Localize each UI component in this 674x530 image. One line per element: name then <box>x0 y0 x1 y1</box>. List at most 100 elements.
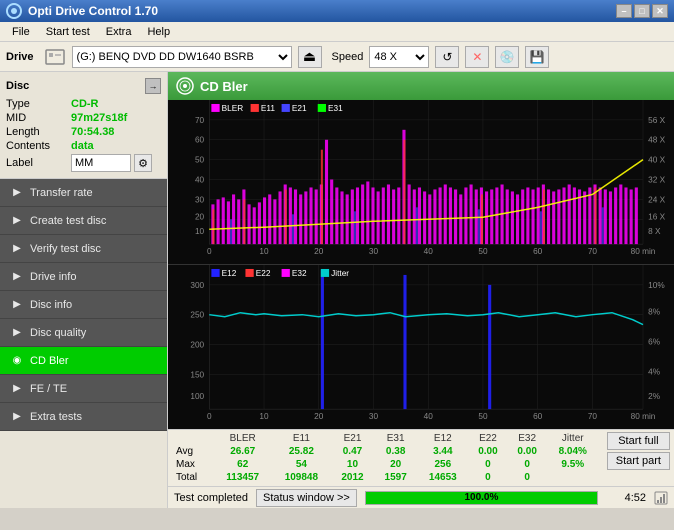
drive-select[interactable]: (G:) BENQ DVD DD DW1640 BSRB <box>72 46 292 68</box>
sidebar-item-extra-tests[interactable]: ▶ Extra tests <box>0 403 167 431</box>
sidebar-item-verify-test-disc[interactable]: ▶ Verify test disc <box>0 235 167 263</box>
total-e32: 0 <box>508 471 547 484</box>
sidebar-item-label-disc-quality: Disc quality <box>30 327 86 339</box>
svg-text:60: 60 <box>533 412 543 421</box>
menu-start-test[interactable]: Start test <box>38 24 98 40</box>
avg-e32: 0.00 <box>508 445 547 458</box>
sidebar-item-cd-bler[interactable]: ◉ CD Bler <box>0 347 167 375</box>
fe-te-icon: ▶ <box>10 382 24 396</box>
maximize-button[interactable]: □ <box>634 4 650 18</box>
max-e31: 20 <box>374 458 417 471</box>
svg-text:50: 50 <box>478 412 488 421</box>
svg-text:20: 20 <box>314 247 324 256</box>
svg-text:20: 20 <box>195 212 205 221</box>
lower-chart: 300 250 200 150 100 10% 8% 6% 4% 2% 0 10… <box>168 265 674 429</box>
start-part-button[interactable]: Start part <box>607 452 670 470</box>
max-e32: 0 <box>508 458 547 471</box>
svg-text:150: 150 <box>190 370 204 379</box>
svg-text:E12: E12 <box>222 269 237 278</box>
create-test-disc-icon: ▶ <box>10 214 24 228</box>
col-header-empty <box>172 432 214 445</box>
label-key: Label <box>6 157 71 169</box>
svg-text:40 X: 40 X <box>648 156 666 165</box>
col-header-jitter: Jitter <box>547 432 599 445</box>
avg-jitter: 8.04% <box>547 445 599 458</box>
type-val: CD-R <box>71 98 99 110</box>
svg-text:10: 10 <box>259 412 269 421</box>
svg-text:300: 300 <box>190 281 204 290</box>
refresh-button[interactable]: ↺ <box>435 46 459 68</box>
svg-text:60: 60 <box>195 136 205 145</box>
stats-row-avg: Avg 26.67 25.82 0.47 0.38 3.44 0.00 0.00… <box>172 445 599 458</box>
total-bler: 113457 <box>214 471 272 484</box>
start-full-button[interactable]: Start full <box>607 432 670 450</box>
type-key: Type <box>6 98 71 110</box>
max-jitter: 9.5% <box>547 458 599 471</box>
total-e11: 109848 <box>272 471 331 484</box>
col-header-e21: E21 <box>331 432 374 445</box>
menu-file[interactable]: File <box>4 24 38 40</box>
svg-text:E21: E21 <box>292 104 307 113</box>
max-label: Max <box>172 458 214 471</box>
svg-text:70: 70 <box>195 116 205 125</box>
svg-text:4%: 4% <box>648 367 660 376</box>
eject-button[interactable]: ⏏ <box>298 46 322 68</box>
sidebar-item-create-test-disc[interactable]: ▶ Create test disc <box>0 207 167 235</box>
minimize-button[interactable]: – <box>616 4 632 18</box>
close-button[interactable]: ✕ <box>652 4 668 18</box>
svg-text:10: 10 <box>195 227 205 236</box>
svg-text:32 X: 32 X <box>648 176 666 185</box>
main-layout: Disc → Type CD-R MID 97m27s18f Length 70… <box>0 72 674 508</box>
col-header-e22: E22 <box>468 432 507 445</box>
stats-row-max: Max 62 54 10 20 256 0 0 9.5% <box>172 458 599 471</box>
avg-e12: 3.44 <box>417 445 468 458</box>
svg-text:60: 60 <box>533 247 543 256</box>
disc-header-label: Disc <box>6 80 29 92</box>
menu-help[interactable]: Help <box>139 24 178 40</box>
contents-key: Contents <box>6 140 71 152</box>
col-header-e32: E32 <box>508 432 547 445</box>
sidebar-item-label-drive-info: Drive info <box>30 271 76 283</box>
col-header-bler: BLER <box>214 432 272 445</box>
transfer-rate-icon: ▶ <box>10 186 24 200</box>
avg-bler: 26.67 <box>214 445 272 458</box>
svg-text:10: 10 <box>259 247 269 256</box>
sidebar-item-disc-quality[interactable]: ▶ Disc quality <box>0 319 167 347</box>
sidebar-item-disc-info[interactable]: ▶ Disc info <box>0 291 167 319</box>
extra-tests-icon: ▶ <box>10 410 24 424</box>
erase-button[interactable]: ✕ <box>465 46 489 68</box>
svg-text:48 X: 48 X <box>648 136 666 145</box>
status-text: Test completed <box>174 492 248 504</box>
disc-info-icon: ▶ <box>10 298 24 312</box>
disc-section: Disc → Type CD-R MID 97m27s18f Length 70… <box>0 72 167 179</box>
charts-container: 70 60 50 40 30 20 10 56 X 48 X 40 X 32 X… <box>168 100 674 429</box>
verify-test-disc-icon: ▶ <box>10 242 24 256</box>
label-input[interactable] <box>71 154 131 172</box>
sidebar-item-fe-te[interactable]: ▶ FE / TE <box>0 375 167 403</box>
burn-button[interactable]: 💿 <box>495 46 519 68</box>
svg-text:40: 40 <box>195 176 205 185</box>
drive-info-icon: ▶ <box>10 270 24 284</box>
speed-select[interactable]: 48 X <box>369 46 429 68</box>
sidebar-item-label-disc-info: Disc info <box>30 299 72 311</box>
sidebar-item-drive-info[interactable]: ▶ Drive info <box>0 263 167 291</box>
total-jitter <box>547 471 599 484</box>
svg-text:8%: 8% <box>648 308 660 317</box>
label-settings-icon[interactable]: ⚙ <box>134 154 152 172</box>
sidebar-item-transfer-rate[interactable]: ▶ Transfer rate <box>0 179 167 207</box>
avg-e22: 0.00 <box>468 445 507 458</box>
save-button[interactable]: 💾 <box>525 46 549 68</box>
mid-val: 97m27s18f <box>71 112 127 124</box>
svg-text:20: 20 <box>314 412 324 421</box>
cd-bler-icon: ◉ <box>10 354 24 368</box>
cd-disc-icon <box>176 77 194 95</box>
total-e22: 0 <box>468 471 507 484</box>
svg-text:10%: 10% <box>648 281 665 290</box>
upper-chart: 70 60 50 40 30 20 10 56 X 48 X 40 X 32 X… <box>168 100 674 265</box>
svg-text:70: 70 <box>588 247 598 256</box>
disc-arrow-button[interactable]: → <box>145 78 161 94</box>
menu-extra[interactable]: Extra <box>98 24 140 40</box>
status-window-button[interactable]: Status window >> <box>256 489 357 507</box>
col-header-e31: E31 <box>374 432 417 445</box>
contents-val: data <box>71 140 94 152</box>
